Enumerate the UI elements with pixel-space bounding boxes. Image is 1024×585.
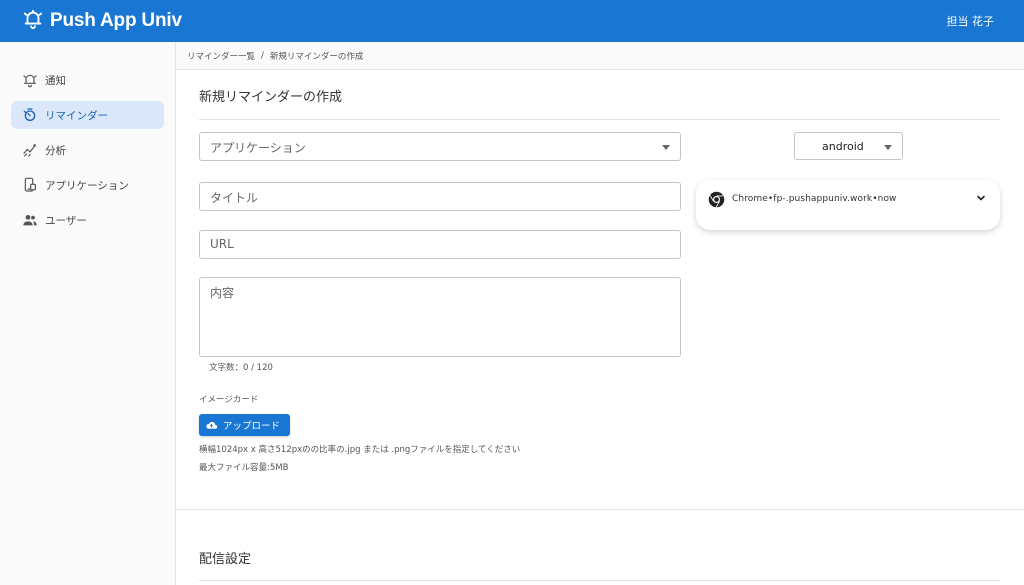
caret-down-icon	[662, 145, 670, 150]
main-content: リマインダー一覧 / 新規リマインダーの作成 新規リマインダーの作成 アプリケー…	[176, 42, 1024, 585]
title-input[interactable]: タイトル	[199, 182, 681, 211]
users-icon	[23, 215, 37, 226]
analytics-icon	[23, 144, 36, 157]
app-icon	[24, 177, 36, 192]
caret-down-icon	[884, 145, 892, 150]
sidebar-item-reminders[interactable]: リマインダー	[11, 101, 164, 129]
delivery-title-divider	[199, 580, 1000, 581]
sidebar-item-analytics[interactable]: 分析	[11, 136, 164, 164]
breadcrumb-separator: /	[261, 50, 264, 61]
sidebar-item-notifications[interactable]: 通知	[11, 66, 164, 94]
sidebar-item-label: ユーザー	[45, 214, 87, 227]
breadcrumb-parent[interactable]: リマインダー一覧	[187, 50, 255, 62]
sidebar-item-label: 分析	[45, 144, 66, 157]
app-bar: Push App Univ 担当 花子	[0, 0, 1024, 42]
url-input[interactable]: URL	[199, 230, 681, 259]
chevron-down-icon[interactable]	[976, 193, 986, 203]
timer-icon	[23, 108, 36, 121]
url-input-placeholder: URL	[210, 237, 234, 251]
sidebar-item-label: アプリケーション	[45, 179, 129, 192]
upload-button-label: アップロード	[223, 421, 281, 432]
app-title: Push App Univ	[50, 10, 182, 31]
notification-preview-text: Chrome•fp-.pushappuniv.work•now	[732, 194, 897, 204]
chrome-icon	[708, 191, 725, 208]
breadcrumb-current: 新規リマインダーの作成	[269, 51, 364, 62]
sidebar-item-label: 通知	[45, 74, 66, 87]
notification-preview: Chrome•fp-.pushappuniv.work•now	[696, 180, 1000, 230]
sidebar-item-applications[interactable]: アプリケーション	[11, 171, 164, 199]
sidebar-item-users[interactable]: ユーザー	[11, 206, 164, 234]
user-name[interactable]: 担当 花子	[947, 13, 995, 29]
application-select-placeholder: アプリケーション	[210, 141, 306, 155]
upload-button[interactable]: アップロード	[199, 414, 290, 436]
sidebar: 通知 リマインダー 分析 アプリケーション ユーザー	[0, 42, 176, 585]
image-size-note: 横幅1024px x 高さ512pxのの比率の.jpg または .pngファイル…	[199, 445, 521, 455]
cloud-upload-icon	[206, 421, 218, 429]
os-select[interactable]: android	[794, 132, 903, 160]
bell-logo-icon	[22, 8, 44, 34]
title-input-placeholder: タイトル	[210, 191, 259, 205]
breadcrumb: リマインダー一覧 / 新規リマインダーの作成	[176, 42, 1024, 70]
delivery-settings-title: 配信設定	[199, 552, 252, 567]
content-textarea[interactable]: 内容	[199, 277, 681, 357]
char-counter: 文字数：0 / 120	[209, 363, 273, 373]
application-select[interactable]: アプリケーション	[199, 132, 681, 161]
section-divider	[176, 509, 1024, 510]
content-textarea-placeholder: 内容	[210, 286, 235, 300]
os-select-value: android	[822, 140, 864, 153]
bell-icon	[23, 74, 37, 88]
page-title: 新規リマインダーの作成	[199, 90, 343, 105]
title-divider	[199, 119, 1000, 120]
image-card-label: イメージカード	[199, 395, 259, 405]
max-file-size-note: 最大ファイル容量:5MB	[199, 463, 289, 473]
sidebar-item-label: リマインダー	[45, 109, 108, 122]
brand[interactable]: Push App Univ	[22, 8, 182, 34]
